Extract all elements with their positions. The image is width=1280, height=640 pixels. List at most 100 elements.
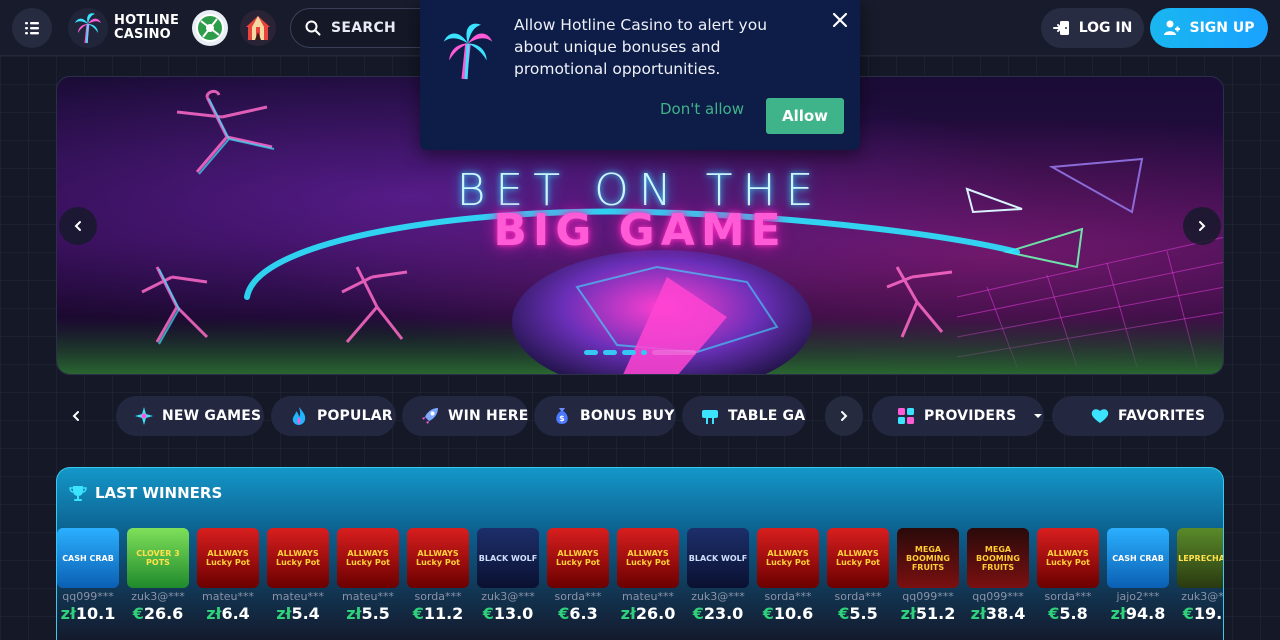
game-thumbnail[interactable]: CLOVER 3 POTS — [127, 528, 189, 588]
winner-amount: zł6.4 — [197, 604, 259, 624]
game-title: ALLWAYS Lucky Pot — [345, 549, 391, 567]
winner-card[interactable]: ALLWAYS Lucky Pot mateu*** zł6.4 — [197, 528, 259, 624]
game-thumbnail[interactable]: MEGA BOOMING FRUITS — [967, 528, 1029, 588]
winner-card[interactable]: ALLWAYS Lucky Pot sorda*** €5.5 — [827, 528, 889, 624]
winner-card[interactable]: BLACK WOLF zuk3@*** €23.0 — [687, 528, 749, 624]
game-title: ALLWAYS Lucky Pot — [765, 549, 811, 567]
game-thumbnail[interactable]: ALLWAYS Lucky Pot — [267, 528, 329, 588]
close-icon[interactable] — [828, 8, 852, 32]
game-thumbnail[interactable]: CASH CRAB — [57, 528, 119, 588]
amount-value: 26.6 — [143, 604, 184, 623]
slide-dot[interactable] — [584, 350, 598, 355]
winner-amount: zł5.4 — [267, 604, 329, 624]
game-thumbnail[interactable]: BLACK WOLF — [477, 528, 539, 588]
game-title: BLACK WOLF — [688, 553, 748, 563]
allow-button[interactable]: Allow — [766, 98, 844, 134]
winner-username: zuk3@*** — [131, 590, 185, 603]
winner-card[interactable]: CLOVER 3 POTS zuk3@*** €26.6 — [127, 528, 189, 624]
game-thumbnail[interactable]: CASH CRAB — [1107, 528, 1169, 588]
currency-symbol: zł — [206, 604, 222, 623]
login-button[interactable]: LOG IN — [1041, 8, 1144, 48]
game-thumbnail[interactable]: ALLWAYS Lucky Pot — [197, 528, 259, 588]
amount-value: 51.2 — [915, 604, 956, 623]
winner-amount: zł94.8 — [1107, 604, 1169, 624]
game-thumbnail[interactable]: ALLWAYS Lucky Pot — [757, 528, 819, 588]
winner-username: sorda*** — [414, 590, 462, 603]
signup-label: SIGN UP — [1189, 20, 1255, 36]
categories-next-button[interactable] — [825, 396, 863, 436]
currency-symbol: € — [1182, 604, 1194, 623]
game-thumbnail[interactable]: ALLWAYS Lucky Pot — [617, 528, 679, 588]
game-thumbnail[interactable]: ALLWAYS Lucky Pot — [547, 528, 609, 588]
menu-button[interactable] — [12, 8, 52, 48]
winner-username: qq099*** — [972, 590, 1024, 603]
providers-dropdown[interactable]: PROVIDERS — [872, 396, 1044, 436]
winner-card[interactable]: ALLWAYS Lucky Pot sorda*** €11.2 — [407, 528, 469, 624]
login-label: LOG IN — [1078, 20, 1133, 36]
slide-indicators — [584, 350, 696, 355]
currency-symbol: € — [132, 604, 144, 623]
game-thumbnail[interactable]: ALLWAYS Lucky Pot — [1037, 528, 1099, 588]
categories-prev-button[interactable] — [58, 396, 94, 436]
winner-card[interactable]: ALLWAYS Lucky Pot mateu*** zł26.0 — [617, 528, 679, 624]
game-thumbnail[interactable]: ALLWAYS Lucky Pot — [407, 528, 469, 588]
winner-username: qq099*** — [902, 590, 954, 603]
game-title: BLACK WOLF — [478, 553, 538, 563]
category-bonus-buy[interactable]: $ BONUS BUY — [534, 396, 676, 436]
game-thumbnail[interactable]: BLACK WOLF — [687, 528, 749, 588]
winner-card[interactable]: ALLWAYS Lucky Pot mateu*** zł5.5 — [337, 528, 399, 624]
rocket-icon — [420, 406, 440, 426]
winner-card[interactable]: ALLWAYS Lucky Pot sorda*** €5.8 — [1037, 528, 1099, 624]
game-thumbnail[interactable]: LEPRECHAUN — [1177, 528, 1223, 588]
winner-card[interactable]: MEGA BOOMING FRUITS qq099*** zł38.4 — [967, 528, 1029, 624]
game-thumbnail[interactable]: ALLWAYS Lucky Pot — [827, 528, 889, 588]
amount-value: 5.5 — [849, 604, 878, 623]
currency-symbol: zł — [900, 604, 916, 623]
category-table-games[interactable]: TABLE GAMES — [682, 396, 806, 436]
palm-tree-logo-icon — [440, 20, 496, 86]
winner-amount: €10.6 — [757, 604, 819, 624]
game-title: ALLWAYS Lucky Pot — [275, 549, 321, 567]
amount-value: 10.6 — [773, 604, 814, 623]
winner-card[interactable]: CASH CRAB qq099*** zł10.1 — [57, 528, 119, 624]
search-icon — [305, 20, 321, 36]
winner-card[interactable]: BLACK WOLF zuk3@*** €13.0 — [477, 528, 539, 624]
favorites-button[interactable]: FAVORITES — [1052, 396, 1224, 436]
category-win-here[interactable]: WIN HERE — [402, 396, 528, 436]
category-popular[interactable]: POPULAR — [271, 396, 396, 436]
slide-dot[interactable] — [603, 350, 617, 355]
currency-symbol: € — [692, 604, 704, 623]
winner-card[interactable]: LEPRECHAUN zuk3@***€19.3 — [1177, 528, 1223, 624]
banner-prev-button[interactable] — [59, 207, 97, 245]
winner-amount: €23.0 — [687, 604, 749, 624]
sports-ball-icon[interactable] — [192, 10, 228, 46]
banner-next-button[interactable] — [1183, 207, 1221, 245]
category-bar: NEW GAMES POPULAR WIN HERE $ BONUS BUY T… — [56, 396, 1224, 436]
slide-dot-active[interactable] — [641, 350, 647, 355]
winner-username: qq099*** — [62, 590, 114, 603]
winner-card[interactable]: ALLWAYS Lucky Pot sorda*** €10.6 — [757, 528, 819, 624]
signup-button[interactable]: SIGN UP — [1150, 8, 1268, 48]
winner-card[interactable]: ALLWAYS Lucky Pot mateu*** zł5.4 — [267, 528, 329, 624]
game-title: CLOVER 3 POTS — [136, 549, 180, 567]
winners-carousel[interactable]: CASH CRAB qq099*** zł10.1 CLOVER 3 POTS zuk3… — [57, 528, 1223, 628]
table-icon — [700, 406, 720, 426]
slide-dot[interactable] — [652, 350, 696, 355]
winner-card[interactable]: MEGA BOOMING FRUITS qq099*** zł51.2 — [897, 528, 959, 624]
hotline-casino-logo[interactable]: HOTLINE CASINO — [68, 8, 179, 48]
game-thumbnail[interactable]: MEGA BOOMING FRUITS — [897, 528, 959, 588]
winner-username: sorda*** — [554, 590, 602, 603]
slide-dot[interactable] — [622, 350, 636, 355]
search-bar[interactable]: SEARCH — [290, 8, 440, 48]
currency-symbol: zł — [346, 604, 362, 623]
amount-value: 5.5 — [361, 604, 390, 623]
winner-card[interactable]: CASH CRAB jajo2*** zł94.8 — [1107, 528, 1169, 624]
amount-value: 6.4 — [221, 604, 250, 623]
svg-text:$: $ — [559, 414, 565, 423]
dont-allow-button[interactable]: Don't allow — [660, 100, 744, 118]
category-label: NEW GAMES — [162, 408, 262, 424]
category-new-games[interactable]: NEW GAMES — [116, 396, 264, 436]
winner-card[interactable]: ALLWAYS Lucky Pot sorda*** €6.3 — [547, 528, 609, 624]
game-thumbnail[interactable]: ALLWAYS Lucky Pot — [337, 528, 399, 588]
circus-tent-icon[interactable] — [240, 10, 276, 46]
